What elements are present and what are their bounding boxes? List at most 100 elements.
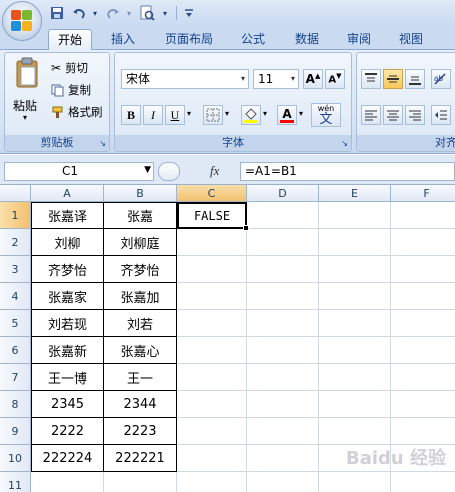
name-box-dropdown-icon[interactable]: ▼ <box>144 165 151 175</box>
font-color-button[interactable]: A <box>277 105 297 125</box>
borders-button[interactable] <box>203 105 223 125</box>
orientation-button[interactable]: ab <box>431 69 451 89</box>
fill-handle[interactable] <box>243 225 249 231</box>
paste-button[interactable]: 粘贴 ▾ <box>11 57 45 122</box>
cell-b9[interactable]: 2223 <box>104 418 177 445</box>
cell-c6[interactable] <box>177 337 247 364</box>
cell-c1[interactable]: FALSE <box>177 202 247 229</box>
cell-f2[interactable] <box>391 229 455 256</box>
cell-f6[interactable] <box>391 337 455 364</box>
cell-e2[interactable] <box>319 229 391 256</box>
select-all-corner[interactable] <box>0 185 31 202</box>
cell-e11[interactable] <box>319 472 391 492</box>
tab-data[interactable]: 数据 <box>284 29 330 50</box>
cell-e10[interactable] <box>319 445 391 472</box>
decrease-indent-button[interactable] <box>431 105 451 125</box>
formula-bar-resize-handle[interactable] <box>158 162 180 181</box>
column-header-a[interactable]: A <box>31 185 104 202</box>
cell-d5[interactable] <box>247 310 319 337</box>
format-painter-button[interactable]: 格式刷 <box>51 103 103 121</box>
cell-a9[interactable]: 2222 <box>31 418 104 445</box>
cell-c8[interactable] <box>177 391 247 418</box>
cell-e9[interactable] <box>319 418 391 445</box>
cell-f5[interactable] <box>391 310 455 337</box>
cell-e3[interactable] <box>319 256 391 283</box>
align-left-button[interactable] <box>361 105 381 125</box>
row-header-11[interactable]: 11 <box>0 472 31 492</box>
fill-color-dropdown-icon[interactable]: ▾ <box>263 109 267 118</box>
cell-f9[interactable] <box>391 418 455 445</box>
undo-dropdown-icon[interactable]: ▾ <box>86 4 104 22</box>
font-launcher-icon[interactable]: ↘ <box>341 139 348 148</box>
row-header-9[interactable]: 9 <box>0 418 31 445</box>
cell-d10[interactable] <box>247 445 319 472</box>
tab-page-layout[interactable]: 页面布局 <box>156 29 222 50</box>
font-size-combo[interactable]: 11 ▾ <box>253 69 299 89</box>
print-preview-icon[interactable] <box>138 4 156 22</box>
underline-button[interactable]: U <box>165 105 185 125</box>
cell-a1[interactable]: 张嘉译 <box>31 202 104 229</box>
bold-button[interactable]: B <box>121 105 141 125</box>
cell-c2[interactable] <box>177 229 247 256</box>
phonetic-button[interactable]: wén 文 <box>311 103 341 127</box>
cell-b5[interactable]: 刘若 <box>104 310 177 337</box>
tab-home[interactable]: 开始 <box>48 29 92 51</box>
italic-button[interactable]: I <box>143 105 163 125</box>
column-header-f[interactable]: F <box>391 185 455 202</box>
cell-f11[interactable] <box>391 472 455 492</box>
cell-b1[interactable]: 张嘉 <box>104 202 177 229</box>
cell-a8[interactable]: 2345 <box>31 391 104 418</box>
cell-b2[interactable]: 刘柳庭 <box>104 229 177 256</box>
cell-f8[interactable] <box>391 391 455 418</box>
cell-a7[interactable]: 王一博 <box>31 364 104 391</box>
row-header-8[interactable]: 8 <box>0 391 31 418</box>
row-header-7[interactable]: 7 <box>0 364 31 391</box>
column-header-c[interactable]: C <box>177 185 247 202</box>
column-header-b[interactable]: B <box>104 185 177 202</box>
column-header-e[interactable]: E <box>319 185 391 202</box>
cell-a10[interactable]: 222224 <box>31 445 104 472</box>
cell-d9[interactable] <box>247 418 319 445</box>
save-icon[interactable] <box>48 4 66 22</box>
column-header-d[interactable]: D <box>247 185 319 202</box>
fill-color-button[interactable] <box>241 105 261 125</box>
font-color-dropdown-icon[interactable]: ▾ <box>299 109 303 118</box>
cell-e7[interactable] <box>319 364 391 391</box>
cell-d8[interactable] <box>247 391 319 418</box>
cell-f4[interactable] <box>391 283 455 310</box>
cell-c7[interactable] <box>177 364 247 391</box>
tab-formulas[interactable]: 公式 <box>230 29 276 50</box>
cell-e8[interactable] <box>319 391 391 418</box>
row-header-6[interactable]: 6 <box>0 337 31 364</box>
borders-dropdown-icon[interactable]: ▾ <box>225 109 229 118</box>
cell-e5[interactable] <box>319 310 391 337</box>
tab-insert[interactable]: 插入 <box>100 29 146 50</box>
row-header-3[interactable]: 3 <box>0 256 31 283</box>
redo-dropdown-icon[interactable]: ▾ <box>120 4 138 22</box>
cell-b11[interactable] <box>104 472 177 492</box>
clipboard-launcher-icon[interactable]: ↘ <box>99 139 106 148</box>
align-bottom-button[interactable] <box>405 69 425 89</box>
align-right-button[interactable] <box>405 105 425 125</box>
cell-b8[interactable]: 2344 <box>104 391 177 418</box>
cell-a4[interactable]: 张嘉家 <box>31 283 104 310</box>
cell-d11[interactable] <box>247 472 319 492</box>
cell-d4[interactable] <box>247 283 319 310</box>
cell-c3[interactable] <box>177 256 247 283</box>
align-middle-button[interactable] <box>383 69 403 89</box>
cut-button[interactable]: ✂ 剪切 <box>51 59 88 77</box>
worksheet-grid[interactable]: A B C D E F 1 张嘉译 张嘉 FALSE 2 刘柳 刘柳庭 3 齐梦怡 齐梦怡 4 张嘉家 张嘉加 5 刘若… <box>0 185 455 492</box>
name-box[interactable]: C1 ▼ <box>4 162 154 181</box>
tab-review[interactable]: 审阅 <box>336 29 382 50</box>
row-header-2[interactable]: 2 <box>0 229 31 256</box>
cell-d6[interactable] <box>247 337 319 364</box>
cell-c9[interactable] <box>177 418 247 445</box>
row-header-5[interactable]: 5 <box>0 310 31 337</box>
align-center-button[interactable] <box>383 105 403 125</box>
cell-f1[interactable] <box>391 202 455 229</box>
shrink-font-button[interactable]: A▼ <box>325 69 345 89</box>
copy-button[interactable]: 复制 <box>51 81 91 99</box>
formula-input[interactable]: =A1=B1 <box>240 162 455 181</box>
cell-f10[interactable] <box>391 445 455 472</box>
row-header-1[interactable]: 1 <box>0 202 31 229</box>
